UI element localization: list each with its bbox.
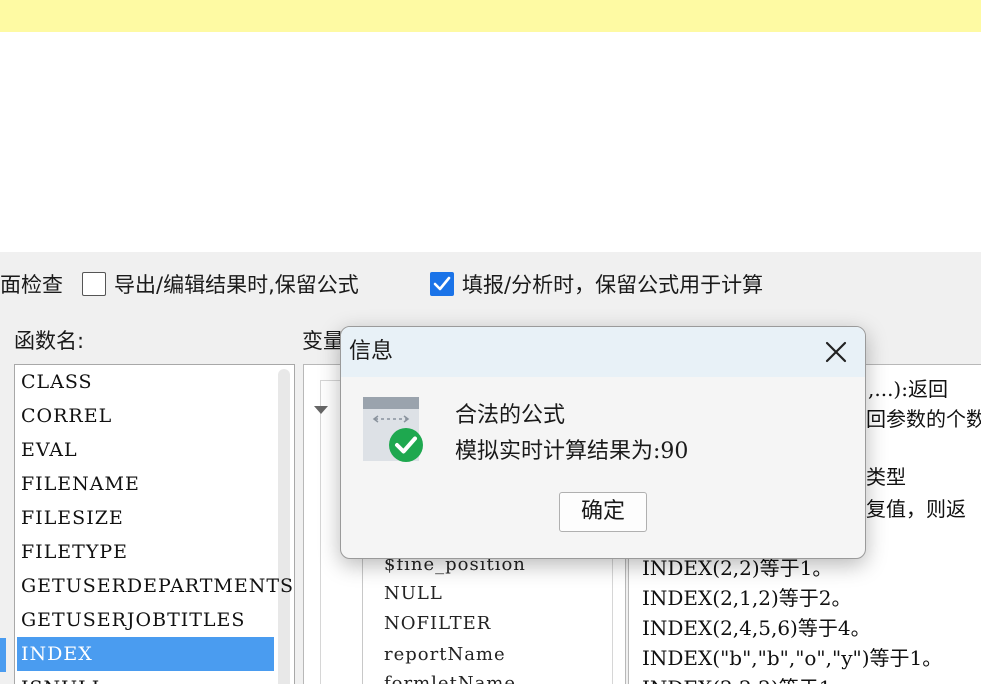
keep-formula-fill-label: 填报/分析时，保留公式用于计算: [462, 273, 764, 297]
keep-formula-fill-checkbox[interactable]: [430, 272, 454, 296]
variable-label: 变量: [302, 329, 344, 353]
function-item[interactable]: GETUSERJOBTITLES: [17, 603, 274, 637]
function-item-selected[interactable]: INDEX: [17, 637, 274, 671]
check-option-label: 面检查: [0, 273, 63, 297]
description-example: INDEX(2,2,2)等于1。: [642, 673, 852, 684]
function-item[interactable]: FILETYPE: [17, 535, 274, 569]
variable-item[interactable]: NOFILTER: [384, 610, 491, 638]
description-example: INDEX(2,1,2)等于2。: [642, 586, 852, 610]
keep-formula-export-checkbox[interactable]: [82, 272, 106, 296]
description-example: INDEX(2,4,5,6)等于4。: [642, 616, 871, 640]
description-example: INDEX("b","b","o","y")等于1。: [642, 646, 943, 670]
info-dialog: 信息 合法的公式 模拟实时计算结果为:90 确定: [340, 326, 866, 559]
function-item[interactable]: EVAL: [17, 433, 274, 467]
close-icon[interactable]: [821, 337, 851, 367]
keep-formula-export-label: 导出/编辑结果时,保留公式: [114, 273, 359, 297]
variable-item[interactable]: reportName: [384, 641, 506, 669]
function-name-label: 函数名:: [14, 329, 85, 353]
ok-button[interactable]: 确定: [559, 492, 647, 532]
description-line: 复值，则返: [866, 497, 966, 521]
function-item[interactable]: FILESIZE: [17, 501, 274, 535]
checkmark-icon: [433, 276, 451, 291]
description-line: ,...):返回: [868, 377, 948, 401]
formula-check-icon: [363, 397, 427, 465]
function-item[interactable]: CORREL: [17, 399, 274, 433]
dialog-message-valid: 合法的公式: [455, 403, 566, 428]
variable-item[interactable]: formletName: [384, 670, 516, 684]
top-banner: [0, 0, 981, 32]
function-list[interactable]: CLASS CORREL EVAL FILENAME FILESIZE FILE…: [14, 364, 295, 684]
function-item[interactable]: ISNULL: [17, 671, 274, 684]
function-item[interactable]: FILENAME: [17, 467, 274, 501]
content-area: [0, 32, 981, 252]
function-item[interactable]: CLASS: [17, 365, 274, 399]
variable-item[interactable]: NULL: [384, 580, 443, 608]
description-line: 类型: [866, 465, 906, 489]
dialog-title: 信息: [349, 339, 394, 364]
left-selection-edge: [0, 638, 6, 672]
dialog-title-bar[interactable]: [341, 327, 865, 377]
description-line: 回参数的个数: [866, 407, 981, 431]
dialog-message-result: 模拟实时计算结果为:90: [455, 439, 689, 464]
function-item[interactable]: GETUSERDEPARTMENTS: [17, 569, 293, 603]
tree-expand-icon[interactable]: [314, 406, 328, 414]
function-list-scrollbar[interactable]: [278, 369, 290, 684]
